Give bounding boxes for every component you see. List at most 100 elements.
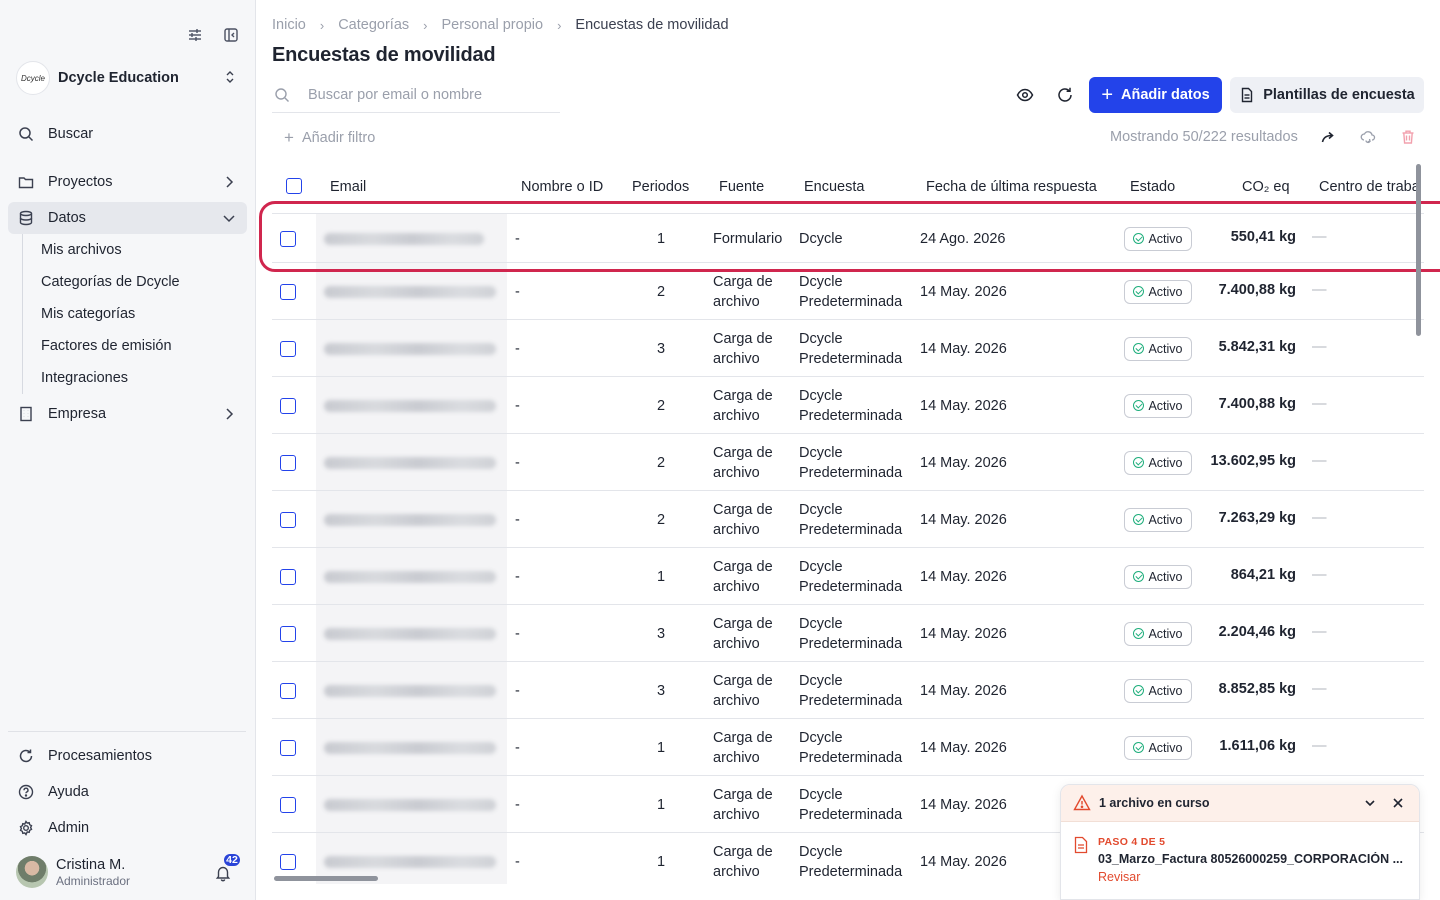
table-row[interactable]: - 1 Carga de archivo Dcycle Predeterminada 1… [272, 548, 1424, 605]
subnav-categorias-dcycle[interactable]: Categorías de Dcycle [41, 270, 241, 294]
chevron-down-icon[interactable] [1363, 796, 1377, 810]
table-row[interactable]: - 1 Carga de archivo Dcycle Predeterminada 1… [272, 719, 1424, 776]
cell-last-response: 14 May. 2026 [920, 739, 1007, 756]
table-row[interactable]: - 3 Carga de archivo Dcycle Predeterminada 1… [272, 605, 1424, 662]
header-co2[interactable]: CO₂ eq [1242, 179, 1290, 195]
upload-progress-panel: 1 archivo en curso PASO 4 DE 5 03_Marzo_… [1060, 784, 1420, 900]
user-profile[interactable]: Cristina M. Administrador 42 [16, 852, 242, 890]
email-redacted [324, 342, 496, 355]
cell-periods: 3 [657, 682, 666, 699]
user-name: Cristina M. [56, 857, 126, 873]
sliders-icon[interactable] [186, 26, 204, 44]
trash-icon[interactable] [1400, 129, 1416, 145]
header-survey[interactable]: Encuesta [804, 179, 864, 195]
horizontal-scrollbar[interactable] [274, 876, 378, 881]
search-input[interactable] [308, 87, 548, 103]
vertical-scrollbar[interactable] [1416, 164, 1421, 336]
header-periods[interactable]: Periodos [632, 179, 689, 195]
table-row[interactable]: - 2 Carga de archivo Dcycle Predeterminada 1… [272, 491, 1424, 548]
nav-empresa-label: Empresa [48, 406, 107, 422]
share-icon[interactable] [1320, 129, 1336, 145]
cell-periods: 1 [657, 568, 666, 585]
review-link[interactable]: Revisar [1098, 870, 1140, 884]
sidebar-divider [8, 731, 246, 732]
table-row[interactable]: - 2 Carga de archivo Dcycle Predeterminada 1… [272, 263, 1424, 320]
table-row[interactable]: - 2 Carga de archivo Dcycle Predeterminada 1… [272, 377, 1424, 434]
nav-admin[interactable]: Admin [8, 812, 247, 844]
nav-empresa[interactable]: Empresa [8, 398, 247, 430]
survey-templates-label: Plantillas de encuesta [1263, 87, 1415, 103]
table-row[interactable]: - 3 Carga de archivo Dcycle Predeterminada 1… [272, 662, 1424, 719]
cell-name: - [515, 568, 520, 585]
breadcrumb-inicio[interactable]: Inicio [272, 17, 306, 33]
subnav-mis-archivos[interactable]: Mis archivos [41, 238, 241, 262]
row-checkbox[interactable] [280, 796, 296, 813]
breadcrumb-categorias[interactable]: Categorías [338, 17, 409, 33]
select-all-checkbox[interactable] [286, 178, 302, 194]
cell-name: - [515, 397, 520, 414]
table-row[interactable]: - 2 Carga de archivo Dcycle Predeterminada 1… [272, 434, 1424, 491]
add-filter-button[interactable]: + Añadir filtro [284, 128, 375, 148]
subnav-integraciones[interactable]: Integraciones [41, 366, 241, 390]
cell-periods: 1 [657, 853, 666, 870]
chevron-up-down-icon [222, 69, 238, 90]
cell-source: Carga de archivo [713, 672, 773, 709]
header-status[interactable]: Estado [1130, 179, 1175, 195]
subnav-mis-categorias[interactable]: Mis categorías [41, 302, 241, 326]
nav-procesamientos[interactable]: Procesamientos [8, 740, 247, 772]
search-icon [18, 126, 34, 142]
nav-ayuda[interactable]: Ayuda [8, 776, 247, 808]
table-row[interactable]: - 3 Carga de archivo Dcycle Predeterminada 1… [272, 320, 1424, 377]
page-title: Encuestas de movilidad [272, 44, 496, 66]
header-center[interactable]: Centro de traba [1319, 179, 1420, 195]
survey-templates-button[interactable]: Plantillas de encuesta [1230, 77, 1424, 113]
cell-last-response: 14 May. 2026 [920, 853, 1007, 870]
breadcrumb-personal-propio[interactable]: Personal propio [441, 17, 543, 33]
org-switcher[interactable]: Dcycle Dcycle Education [16, 60, 242, 96]
cloud-sync-icon[interactable] [1360, 129, 1376, 145]
row-checkbox[interactable] [280, 340, 296, 357]
row-checkbox[interactable] [280, 625, 296, 642]
nav-proyectos[interactable]: Proyectos [8, 166, 247, 198]
cell-periods: 1 [657, 230, 666, 247]
row-checkbox[interactable] [280, 230, 296, 247]
email-redacted [324, 513, 496, 526]
header-name[interactable]: Nombre o ID [521, 179, 603, 195]
header-source[interactable]: Fuente [719, 179, 764, 195]
row-checkbox[interactable] [280, 682, 296, 699]
check-circle-icon [1133, 742, 1145, 753]
org-logo: Dcycle [16, 61, 50, 95]
table-row[interactable]: -1 Formulario Dcycle 24 Ago. 2026 Activo 550,… [272, 214, 1424, 263]
add-data-button[interactable]: + Añadir datos [1089, 77, 1222, 113]
refresh-icon[interactable] [1056, 86, 1074, 104]
cell-name: - [515, 739, 520, 756]
surveys-table: Email Nombre o ID Periodos Fuente Encues… [272, 166, 1424, 884]
close-icon[interactable] [1391, 796, 1405, 810]
row-checkbox[interactable] [280, 511, 296, 528]
row-checkbox[interactable] [280, 397, 296, 414]
nav-datos[interactable]: Datos [8, 202, 247, 234]
cell-survey: Dcycle Predeterminada [799, 729, 903, 766]
folder-icon [18, 174, 34, 190]
cell-source: Carga de archivo [713, 615, 773, 652]
eye-icon[interactable] [1016, 86, 1034, 104]
cell-source: Carga de archivo [713, 843, 773, 880]
header-email[interactable]: Email [330, 179, 366, 195]
nav-search[interactable]: Buscar [8, 118, 247, 150]
cell-co2: 7.400,88 kg [1218, 281, 1296, 298]
breadcrumb-current: Encuestas de movilidad [575, 17, 729, 33]
email-redacted [324, 232, 484, 245]
row-checkbox[interactable] [280, 568, 296, 585]
row-checkbox[interactable] [280, 283, 296, 300]
row-checkbox[interactable] [280, 454, 296, 471]
row-checkbox[interactable] [280, 853, 296, 870]
upload-panel-title: 1 archivo en curso [1099, 796, 1210, 810]
header-last-response[interactable]: Fecha de última respuesta [926, 179, 1097, 195]
user-role: Administrador [56, 874, 131, 888]
subnav-factores-emision[interactable]: Factores de emisión [41, 334, 241, 358]
collapse-sidebar-icon[interactable] [222, 26, 240, 44]
row-checkbox[interactable] [280, 739, 296, 756]
cell-last-response: 14 May. 2026 [920, 454, 1007, 471]
chevron-down-icon [221, 210, 237, 226]
cell-name: - [515, 853, 520, 870]
